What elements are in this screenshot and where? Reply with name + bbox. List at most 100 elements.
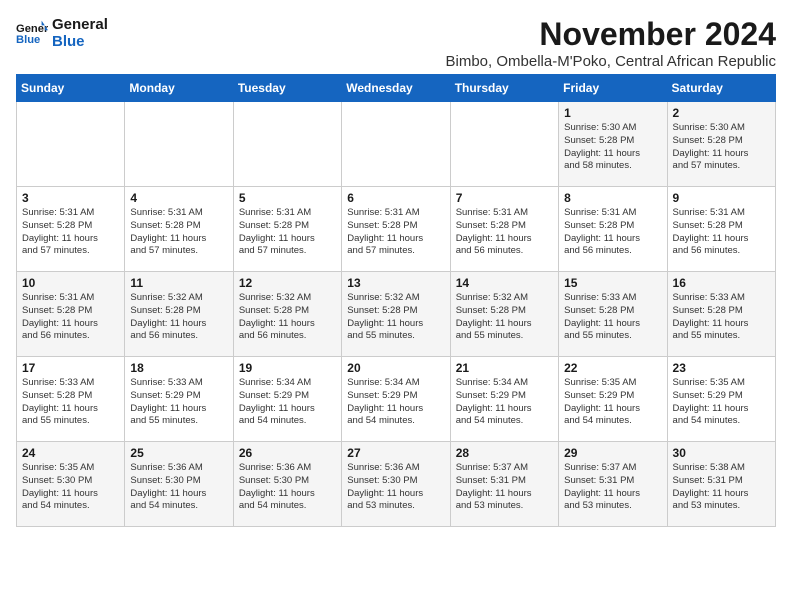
calendar-subtitle: Bimbo, Ombella-M'Poko, Central African R… <box>446 53 777 70</box>
day-number: 22 <box>564 361 661 375</box>
header-row: Sunday Monday Tuesday Wednesday Thursday… <box>17 75 776 102</box>
week-row-1: 1 Sunrise: 5:30 AM Sunset: 5:28 PM Daylig… <box>17 102 776 187</box>
day-info: Sunrise: 5:35 AM Sunset: 5:29 PM Dayligh… <box>673 377 770 428</box>
day-number: 23 <box>673 361 770 375</box>
calendar-cell-w1-d5 <box>450 102 558 187</box>
day-number: 6 <box>347 191 444 205</box>
calendar-cell-w5-d4: 27 Sunrise: 5:36 AM Sunset: 5:30 PM Dayli… <box>342 442 450 527</box>
calendar-cell-w4-d7: 23 Sunrise: 5:35 AM Sunset: 5:29 PM Dayli… <box>667 357 775 442</box>
calendar-cell-w1-d1 <box>17 102 125 187</box>
calendar-cell-w4-d1: 17 Sunrise: 5:33 AM Sunset: 5:28 PM Dayli… <box>17 357 125 442</box>
calendar-cell-w5-d6: 29 Sunrise: 5:37 AM Sunset: 5:31 PM Dayli… <box>559 442 667 527</box>
day-info: Sunrise: 5:31 AM Sunset: 5:28 PM Dayligh… <box>22 292 119 343</box>
page-header: General Blue General Blue November 2024 … <box>16 16 776 70</box>
day-number: 8 <box>564 191 661 205</box>
day-number: 5 <box>239 191 336 205</box>
calendar-header: Sunday Monday Tuesday Wednesday Thursday… <box>17 75 776 102</box>
day-info: Sunrise: 5:31 AM Sunset: 5:28 PM Dayligh… <box>347 207 444 258</box>
calendar-cell-w5-d7: 30 Sunrise: 5:38 AM Sunset: 5:31 PM Dayli… <box>667 442 775 527</box>
calendar-table: Sunday Monday Tuesday Wednesday Thursday… <box>16 74 776 527</box>
day-info: Sunrise: 5:34 AM Sunset: 5:29 PM Dayligh… <box>456 377 553 428</box>
calendar-cell-w4-d6: 22Sunrise: 5:35 AM Sunset: 5:29 PM Dayli… <box>559 357 667 442</box>
day-number: 3 <box>22 191 119 205</box>
calendar-cell-w4-d2: 18 Sunrise: 5:33 AM Sunset: 5:29 PM Dayli… <box>125 357 233 442</box>
day-info: Sunrise: 5:33 AM Sunset: 5:28 PM Dayligh… <box>673 292 770 343</box>
header-saturday: Saturday <box>667 75 775 102</box>
week-row-5: 24 Sunrise: 5:35 AM Sunset: 5:30 PM Dayli… <box>17 442 776 527</box>
day-number: 29 <box>564 446 661 460</box>
day-number: 18 <box>130 361 227 375</box>
day-number: 2 <box>673 106 770 120</box>
week-row-4: 17 Sunrise: 5:33 AM Sunset: 5:28 PM Dayli… <box>17 357 776 442</box>
calendar-cell-w3-d4: 13Sunrise: 5:32 AM Sunset: 5:28 PM Dayli… <box>342 272 450 357</box>
calendar-cell-w4-d3: 19 Sunrise: 5:34 AM Sunset: 5:29 PM Dayli… <box>233 357 341 442</box>
day-info: Sunrise: 5:31 AM Sunset: 5:28 PM Dayligh… <box>456 207 553 258</box>
day-info: Sunrise: 5:31 AM Sunset: 5:28 PM Dayligh… <box>22 207 119 258</box>
calendar-cell-w1-d6: 1 Sunrise: 5:30 AM Sunset: 5:28 PM Daylig… <box>559 102 667 187</box>
calendar-cell-w1-d3 <box>233 102 341 187</box>
calendar-cell-w2-d6: 8Sunrise: 5:31 AM Sunset: 5:28 PM Daylig… <box>559 187 667 272</box>
week-row-2: 3 Sunrise: 5:31 AM Sunset: 5:28 PM Daylig… <box>17 187 776 272</box>
header-monday: Monday <box>125 75 233 102</box>
svg-text:Blue: Blue <box>16 34 40 46</box>
header-wednesday: Wednesday <box>342 75 450 102</box>
calendar-cell-w1-d7: 2Sunrise: 5:30 AM Sunset: 5:28 PM Daylig… <box>667 102 775 187</box>
calendar-cell-w2-d2: 4 Sunrise: 5:31 AM Sunset: 5:28 PM Daylig… <box>125 187 233 272</box>
calendar-cell-w2-d5: 7 Sunrise: 5:31 AM Sunset: 5:28 PM Daylig… <box>450 187 558 272</box>
day-number: 17 <box>22 361 119 375</box>
day-number: 30 <box>673 446 770 460</box>
day-info: Sunrise: 5:35 AM Sunset: 5:30 PM Dayligh… <box>22 462 119 513</box>
calendar-cell-w3-d6: 15 Sunrise: 5:33 AM Sunset: 5:28 PM Dayli… <box>559 272 667 357</box>
day-info: Sunrise: 5:33 AM Sunset: 5:28 PM Dayligh… <box>22 377 119 428</box>
day-info: Sunrise: 5:33 AM Sunset: 5:29 PM Dayligh… <box>130 377 227 428</box>
header-thursday: Thursday <box>450 75 558 102</box>
header-friday: Friday <box>559 75 667 102</box>
day-info: Sunrise: 5:36 AM Sunset: 5:30 PM Dayligh… <box>347 462 444 513</box>
day-number: 10 <box>22 276 119 290</box>
calendar-cell-w3-d1: 10 Sunrise: 5:31 AM Sunset: 5:28 PM Dayli… <box>17 272 125 357</box>
day-number: 11 <box>130 276 227 290</box>
day-number: 7 <box>456 191 553 205</box>
calendar-cell-w2-d4: 6 Sunrise: 5:31 AM Sunset: 5:28 PM Daylig… <box>342 187 450 272</box>
logo-icon: General Blue <box>16 19 48 47</box>
calendar-cell-w3-d2: 11Sunrise: 5:32 AM Sunset: 5:28 PM Dayli… <box>125 272 233 357</box>
day-info: Sunrise: 5:31 AM Sunset: 5:28 PM Dayligh… <box>130 207 227 258</box>
day-info: Sunrise: 5:33 AM Sunset: 5:28 PM Dayligh… <box>564 292 661 343</box>
day-info: Sunrise: 5:32 AM Sunset: 5:28 PM Dayligh… <box>239 292 336 343</box>
title-area: November 2024 Bimbo, Ombella-M'Poko, Cen… <box>446 16 777 70</box>
calendar-cell-w3-d3: 12 Sunrise: 5:32 AM Sunset: 5:28 PM Dayli… <box>233 272 341 357</box>
calendar-cell-w5-d1: 24 Sunrise: 5:35 AM Sunset: 5:30 PM Dayli… <box>17 442 125 527</box>
day-number: 28 <box>456 446 553 460</box>
logo-line2: Blue <box>52 33 108 50</box>
day-number: 25 <box>130 446 227 460</box>
calendar-body: 1 Sunrise: 5:30 AM Sunset: 5:28 PM Daylig… <box>17 102 776 527</box>
calendar-cell-w5-d2: 25Sunrise: 5:36 AM Sunset: 5:30 PM Dayli… <box>125 442 233 527</box>
day-info: Sunrise: 5:37 AM Sunset: 5:31 PM Dayligh… <box>564 462 661 513</box>
day-number: 4 <box>130 191 227 205</box>
day-number: 19 <box>239 361 336 375</box>
day-info: Sunrise: 5:31 AM Sunset: 5:28 PM Dayligh… <box>239 207 336 258</box>
day-number: 20 <box>347 361 444 375</box>
day-info: Sunrise: 5:34 AM Sunset: 5:29 PM Dayligh… <box>239 377 336 428</box>
day-number: 27 <box>347 446 444 460</box>
logo: General Blue General Blue <box>16 16 108 50</box>
day-info: Sunrise: 5:30 AM Sunset: 5:28 PM Dayligh… <box>564 122 661 173</box>
header-tuesday: Tuesday <box>233 75 341 102</box>
day-number: 24 <box>22 446 119 460</box>
calendar-cell-w1-d4 <box>342 102 450 187</box>
day-info: Sunrise: 5:37 AM Sunset: 5:31 PM Dayligh… <box>456 462 553 513</box>
calendar-title: November 2024 <box>446 16 777 53</box>
day-number: 15 <box>564 276 661 290</box>
calendar-cell-w2-d1: 3 Sunrise: 5:31 AM Sunset: 5:28 PM Daylig… <box>17 187 125 272</box>
day-number: 12 <box>239 276 336 290</box>
day-info: Sunrise: 5:34 AM Sunset: 5:29 PM Dayligh… <box>347 377 444 428</box>
calendar-cell-w3-d5: 14Sunrise: 5:32 AM Sunset: 5:28 PM Dayli… <box>450 272 558 357</box>
day-number: 21 <box>456 361 553 375</box>
day-info: Sunrise: 5:38 AM Sunset: 5:31 PM Dayligh… <box>673 462 770 513</box>
calendar-cell-w4-d4: 20 Sunrise: 5:34 AM Sunset: 5:29 PM Dayli… <box>342 357 450 442</box>
calendar-cell-w1-d2 <box>125 102 233 187</box>
calendar-cell-w2-d7: 9Sunrise: 5:31 AM Sunset: 5:28 PM Daylig… <box>667 187 775 272</box>
day-number: 1 <box>564 106 661 120</box>
day-number: 16 <box>673 276 770 290</box>
day-number: 9 <box>673 191 770 205</box>
